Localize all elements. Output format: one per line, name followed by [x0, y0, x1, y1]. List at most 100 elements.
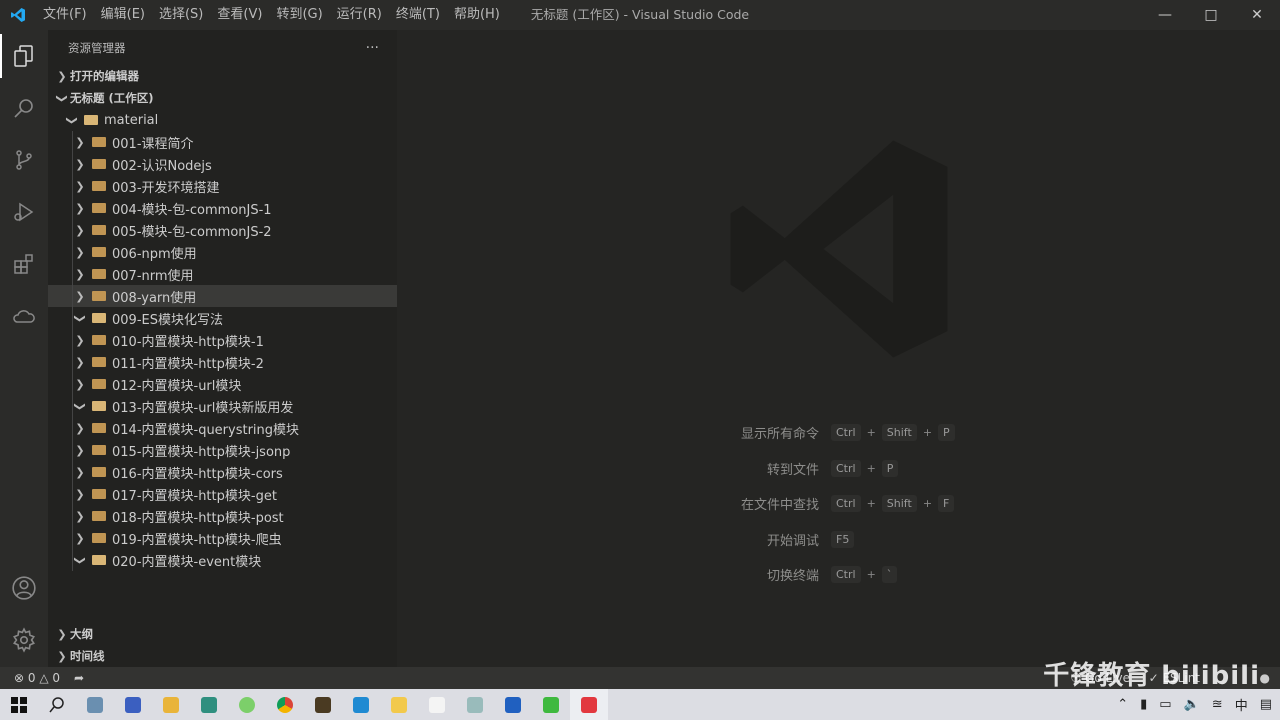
- chrome-icon[interactable]: [266, 689, 304, 720]
- tree-item-folder[interactable]: ❯ 006-npm使用: [48, 241, 397, 263]
- ime-indicator[interactable]: 中: [1235, 695, 1248, 714]
- menu-item[interactable]: 选择(S): [152, 0, 210, 30]
- wifi-icon[interactable]: ≊: [1212, 697, 1223, 712]
- tree-item-folder[interactable]: ❯ 018-内置模块-http模块-post: [48, 505, 397, 527]
- tree-item-folder[interactable]: ❯ 011-内置模块-http模块-2: [48, 351, 397, 373]
- taskbar-search-icon[interactable]: [38, 689, 76, 720]
- taskbar-app-icon[interactable]: [228, 689, 266, 720]
- open-editors-section[interactable]: ❯ 打开的编辑器: [48, 65, 397, 87]
- volume-icon[interactable]: 🔈: [1184, 697, 1200, 712]
- indent-guide: [72, 131, 73, 153]
- menu-item[interactable]: 终端(T): [389, 0, 447, 30]
- tray-chevron-up-icon[interactable]: ⌃: [1117, 697, 1128, 712]
- battery-icon[interactable]: ▭: [1159, 697, 1171, 712]
- microphone-icon[interactable]: ▮: [1140, 697, 1147, 712]
- folder-icon: [92, 159, 106, 169]
- taskbar-app-icon[interactable]: [76, 689, 114, 720]
- go-live-button[interactable]: ☉ Go Live: [1070, 671, 1130, 685]
- workspace-section[interactable]: ❯ 无标题 (工作区): [48, 87, 397, 109]
- tree-item-folder[interactable]: ❯ 016-内置模块-http模块-cors: [48, 461, 397, 483]
- extensions-icon[interactable]: [0, 238, 48, 290]
- chevron-right-icon: ❯: [75, 135, 85, 149]
- chevron-right-icon: ❯: [75, 289, 85, 303]
- file-tree: ❯ 001-课程简介 ❯ 002-认识Nodejs ❯ 003-开发环境搭建 ❯ 004-模块…: [48, 131, 397, 571]
- maximize-button[interactable]: □: [1188, 0, 1234, 30]
- action-center-icon[interactable]: ▤: [1260, 697, 1272, 712]
- menu-item[interactable]: 运行(R): [330, 0, 389, 30]
- tree-item-folder[interactable]: ❯ 005-模块-包-commonJS-2: [48, 219, 397, 241]
- title-bar: 文件(F) 编辑(E) 选择(S) 查看(V) 转到(G) 运行(R) 终端(T) 帮助(H)…: [0, 0, 1280, 30]
- section-label: 打开的编辑器: [70, 69, 139, 83]
- status-bar: ⊗ 0 △ 0 ➦ ☉ Go Live ✓ ESLint ●: [0, 667, 1280, 689]
- menu-item[interactable]: 帮助(H): [447, 0, 507, 30]
- sublime-icon[interactable]: [304, 689, 342, 720]
- tree-item-folder[interactable]: ❯ 008-yarn使用: [48, 285, 397, 307]
- taskbar-app-icon[interactable]: [494, 689, 532, 720]
- shortcut-label: 转到文件: [766, 462, 819, 478]
- errors-indicator[interactable]: ⊗ 0 △ 0: [14, 671, 60, 685]
- notifications-bell-icon[interactable]: ●: [1260, 671, 1270, 685]
- chevron-right-icon: ❯: [75, 421, 85, 435]
- taskbar-app-icon[interactable]: [456, 689, 494, 720]
- folder-label: 008-yarn使用: [112, 290, 197, 306]
- more-actions-button[interactable]: ···: [366, 40, 379, 56]
- taskbar-app-icon[interactable]: [152, 689, 190, 720]
- folder-icon: [92, 335, 106, 345]
- tree-item-folder[interactable]: ❯ 014-内置模块-querystring模块: [48, 417, 397, 439]
- tree-item-folder[interactable]: ❯ 012-内置模块-url模块: [48, 373, 397, 395]
- taskbar-app-icon[interactable]: [190, 689, 228, 720]
- menu-item[interactable]: 查看(V): [210, 0, 269, 30]
- taskbar-app-icon[interactable]: [418, 689, 456, 720]
- tree-item-folder[interactable]: ❯ 004-模块-包-commonJS-1: [48, 197, 397, 219]
- keycap: P: [881, 459, 899, 477]
- go-live-label: Go Live: [1085, 671, 1130, 685]
- tree-item-folder[interactable]: ❯ 015-内置模块-http模块-jsonp: [48, 439, 397, 461]
- indent-guide: [72, 439, 73, 461]
- file-explorer-icon[interactable]: [380, 689, 418, 720]
- folder-label: 007-nrm使用: [112, 268, 194, 284]
- tree-item-folder[interactable]: ❯ 002-认识Nodejs: [48, 153, 397, 175]
- eslint-status[interactable]: ✓ ESLint: [1149, 671, 1200, 685]
- shortcut-row: 开始调试 F5: [727, 522, 955, 558]
- tree-item-material[interactable]: ❯ material: [48, 109, 397, 131]
- outline-section[interactable]: ❯ 大纲: [48, 623, 397, 645]
- live-share-icon[interactable]: ➦: [74, 671, 84, 685]
- tree-item-folder[interactable]: ❯ 017-内置模块-http模块-get: [48, 483, 397, 505]
- chevron-right-icon: ❯: [75, 443, 85, 457]
- folder-open-icon: [92, 313, 106, 323]
- indent-guide: [72, 351, 73, 373]
- folder-label: 010-内置模块-http模块-1: [112, 334, 264, 350]
- tree-item-folder[interactable]: ❯ 013-内置模块-url模块新版用发: [48, 395, 397, 417]
- close-button[interactable]: ✕: [1234, 0, 1280, 30]
- tree-item-folder[interactable]: ❯ 020-内置模块-event模块: [48, 549, 397, 571]
- camtasia-red-icon[interactable]: [570, 689, 608, 720]
- menu-bar: 文件(F) 编辑(E) 选择(S) 查看(V) 转到(G) 运行(R) 终端(T) 帮助(H): [36, 0, 507, 30]
- tree-item-folder[interactable]: ❯ 003-开发环境搭建: [48, 175, 397, 197]
- settings-gear-icon[interactable]: [0, 614, 48, 666]
- tree-item-folder[interactable]: ❯ 010-内置模块-http模块-1: [48, 329, 397, 351]
- vscode-taskbar-icon[interactable]: [342, 689, 380, 720]
- menu-item[interactable]: 转到(G): [269, 0, 329, 30]
- explorer-icon[interactable]: [0, 30, 48, 82]
- menu-item[interactable]: 文件(F): [36, 0, 94, 30]
- tree-item-folder[interactable]: ❯ 009-ES模块化写法: [48, 307, 397, 329]
- tree-item-folder[interactable]: ❯ 019-内置模块-http模块-爬虫: [48, 527, 397, 549]
- menu-item[interactable]: 编辑(E): [94, 0, 152, 30]
- timeline-section[interactable]: ❯ 时间线: [48, 645, 397, 667]
- indent-guide: [72, 505, 73, 527]
- start-button[interactable]: [0, 689, 38, 720]
- remote-explorer-icon[interactable]: [0, 290, 48, 342]
- folder-open-icon: [84, 115, 98, 125]
- run-debug-icon[interactable]: [0, 186, 48, 238]
- source-control-icon[interactable]: [0, 134, 48, 186]
- folder-label: material: [104, 112, 159, 128]
- minimize-button[interactable]: —: [1142, 0, 1188, 30]
- search-icon[interactable]: [0, 82, 48, 134]
- folder-icon: [92, 247, 106, 257]
- tree-item-folder[interactable]: ❯ 001-课程简介: [48, 131, 397, 153]
- folder-icon: [92, 489, 106, 499]
- camtasia-green-icon[interactable]: [532, 689, 570, 720]
- tree-item-folder[interactable]: ❯ 007-nrm使用: [48, 263, 397, 285]
- account-icon[interactable]: [0, 562, 48, 614]
- taskbar-app-icon[interactable]: [114, 689, 152, 720]
